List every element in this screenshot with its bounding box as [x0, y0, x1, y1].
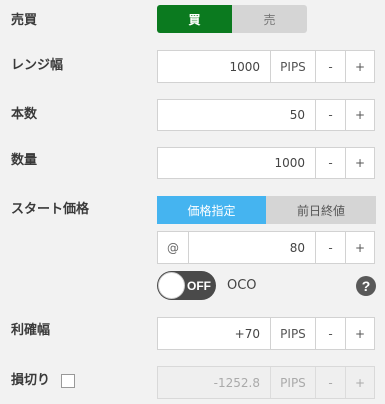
range-width-plus-button[interactable]: + [345, 51, 374, 82]
take-profit-field: +70 PIPS - + [157, 317, 375, 350]
take-profit-unit: PIPS [270, 318, 315, 349]
help-icon[interactable]: ? [356, 276, 376, 296]
range-width-input[interactable]: 1000 [158, 51, 270, 82]
quantity-plus-button[interactable]: + [345, 148, 374, 178]
start-price-label: スタート価格 [11, 202, 90, 217]
stop-loss-plus-button[interactable]: + [345, 367, 374, 398]
buy-button[interactable]: 買 [157, 5, 232, 33]
count-field: 50 - + [157, 99, 375, 131]
toggle-knob [158, 272, 185, 299]
stop-loss-checkbox[interactable] [61, 374, 75, 388]
count-minus-button[interactable]: - [315, 100, 345, 130]
sell-button[interactable]: 売 [232, 5, 307, 33]
stop-loss-label: 損切り [11, 373, 51, 388]
range-width-field: 1000 PIPS - + [157, 50, 375, 83]
quantity-input[interactable]: 1000 [158, 148, 315, 178]
quantity-minus-button[interactable]: - [315, 148, 345, 178]
at-symbol: @ [167, 240, 179, 255]
count-input[interactable]: 50 [158, 100, 315, 130]
range-width-label: レンジ幅 [11, 58, 64, 73]
take-profit-input[interactable]: +70 [158, 318, 270, 349]
start-price-field: @ 80 - + [157, 231, 375, 264]
tab-price-specified-label: 価格指定 [187, 203, 236, 218]
oco-label: OCO [227, 278, 257, 293]
tab-price-specified[interactable]: 価格指定 [157, 196, 266, 224]
range-width-unit: PIPS [270, 51, 315, 82]
take-profit-minus-button[interactable]: - [315, 318, 345, 349]
range-width-minus-button[interactable]: - [315, 51, 345, 82]
start-price-plus-button[interactable]: + [345, 232, 374, 263]
start-price-minus-button[interactable]: - [315, 232, 345, 263]
quantity-field: 1000 - + [157, 147, 375, 179]
buy-button-label: 買 [188, 12, 201, 27]
oco-toggle-label: OFF [187, 278, 211, 293]
stop-loss-minus-button[interactable]: - [315, 367, 345, 398]
tab-prev-close-label: 前日終値 [296, 203, 345, 218]
count-plus-button[interactable]: + [345, 100, 374, 130]
oco-toggle[interactable]: OFF [157, 271, 216, 300]
sell-button-label: 売 [263, 12, 276, 27]
quantity-label: 数量 [11, 153, 38, 168]
take-profit-label: 利確幅 [11, 323, 51, 338]
take-profit-plus-button[interactable]: + [345, 318, 374, 349]
stop-loss-unit: PIPS [270, 367, 315, 398]
side-label: 売買 [11, 13, 38, 28]
start-price-input[interactable]: 80 [188, 232, 315, 263]
count-label: 本数 [11, 107, 38, 122]
stop-loss-field: -1252.8 PIPS - + [157, 366, 375, 399]
tab-prev-close[interactable]: 前日終値 [266, 196, 376, 224]
stop-loss-input[interactable]: -1252.8 [158, 367, 270, 398]
